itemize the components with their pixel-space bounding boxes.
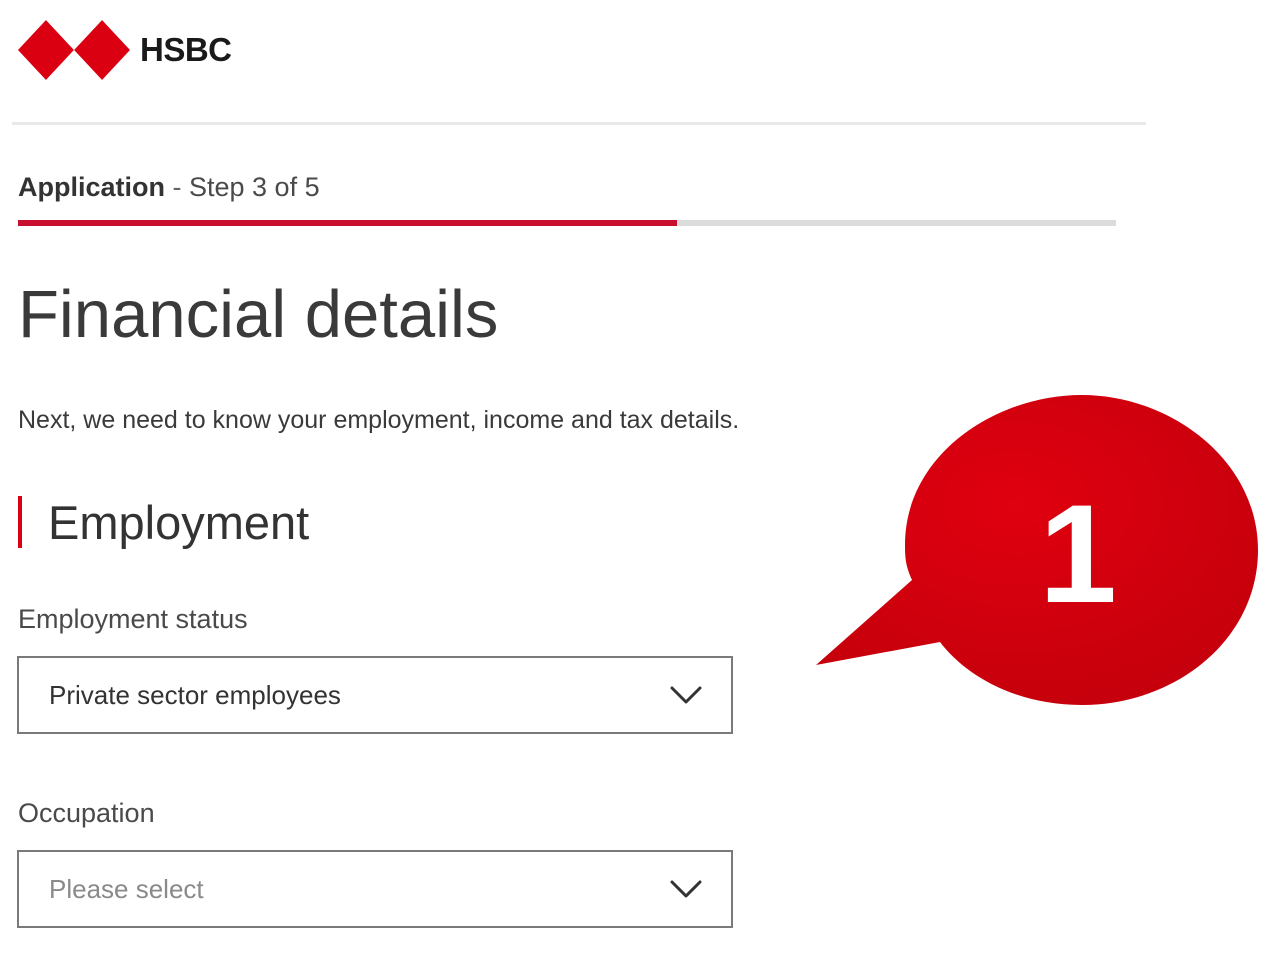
chevron-down-icon [670, 686, 702, 704]
callout-shape [816, 395, 1258, 705]
progress-label: Application - Step 3 of 5 [18, 172, 320, 203]
section-accent-bar [18, 496, 22, 548]
section-title: Employment [48, 495, 310, 549]
callout-number: 1 [1039, 475, 1117, 632]
progress-step-text: Step 3 of 5 [189, 172, 320, 202]
occupation-label: Occupation [18, 798, 155, 828]
hsbc-logo-icon[interactable] [18, 20, 130, 80]
progress-separator: - [165, 172, 189, 202]
occupation-select[interactable]: Please select [17, 850, 733, 928]
employment-status-label: Employment status [18, 604, 248, 634]
progress-bar-fill [18, 220, 677, 226]
progress-bar [18, 220, 1116, 226]
section-heading-employment: Employment [18, 494, 309, 550]
employment-status-select[interactable]: Private sector employees [17, 656, 733, 734]
brand-name: HSBC [140, 31, 232, 68]
progress-section-label: Application [18, 172, 165, 202]
page-title: Financial details [18, 277, 499, 352]
chevron-down-icon [670, 880, 702, 898]
header-divider [12, 122, 1146, 125]
intro-text: Next, we need to know your employment, i… [18, 406, 740, 434]
step-callout-bubble: 1 [816, 395, 1258, 705]
application-page: HSBC Application - Step 3 of 5 Financial… [0, 0, 1280, 961]
header: HSBC [18, 20, 232, 80]
occupation-placeholder: Please select [49, 873, 204, 904]
employment-status-value: Private sector employees [49, 679, 341, 710]
